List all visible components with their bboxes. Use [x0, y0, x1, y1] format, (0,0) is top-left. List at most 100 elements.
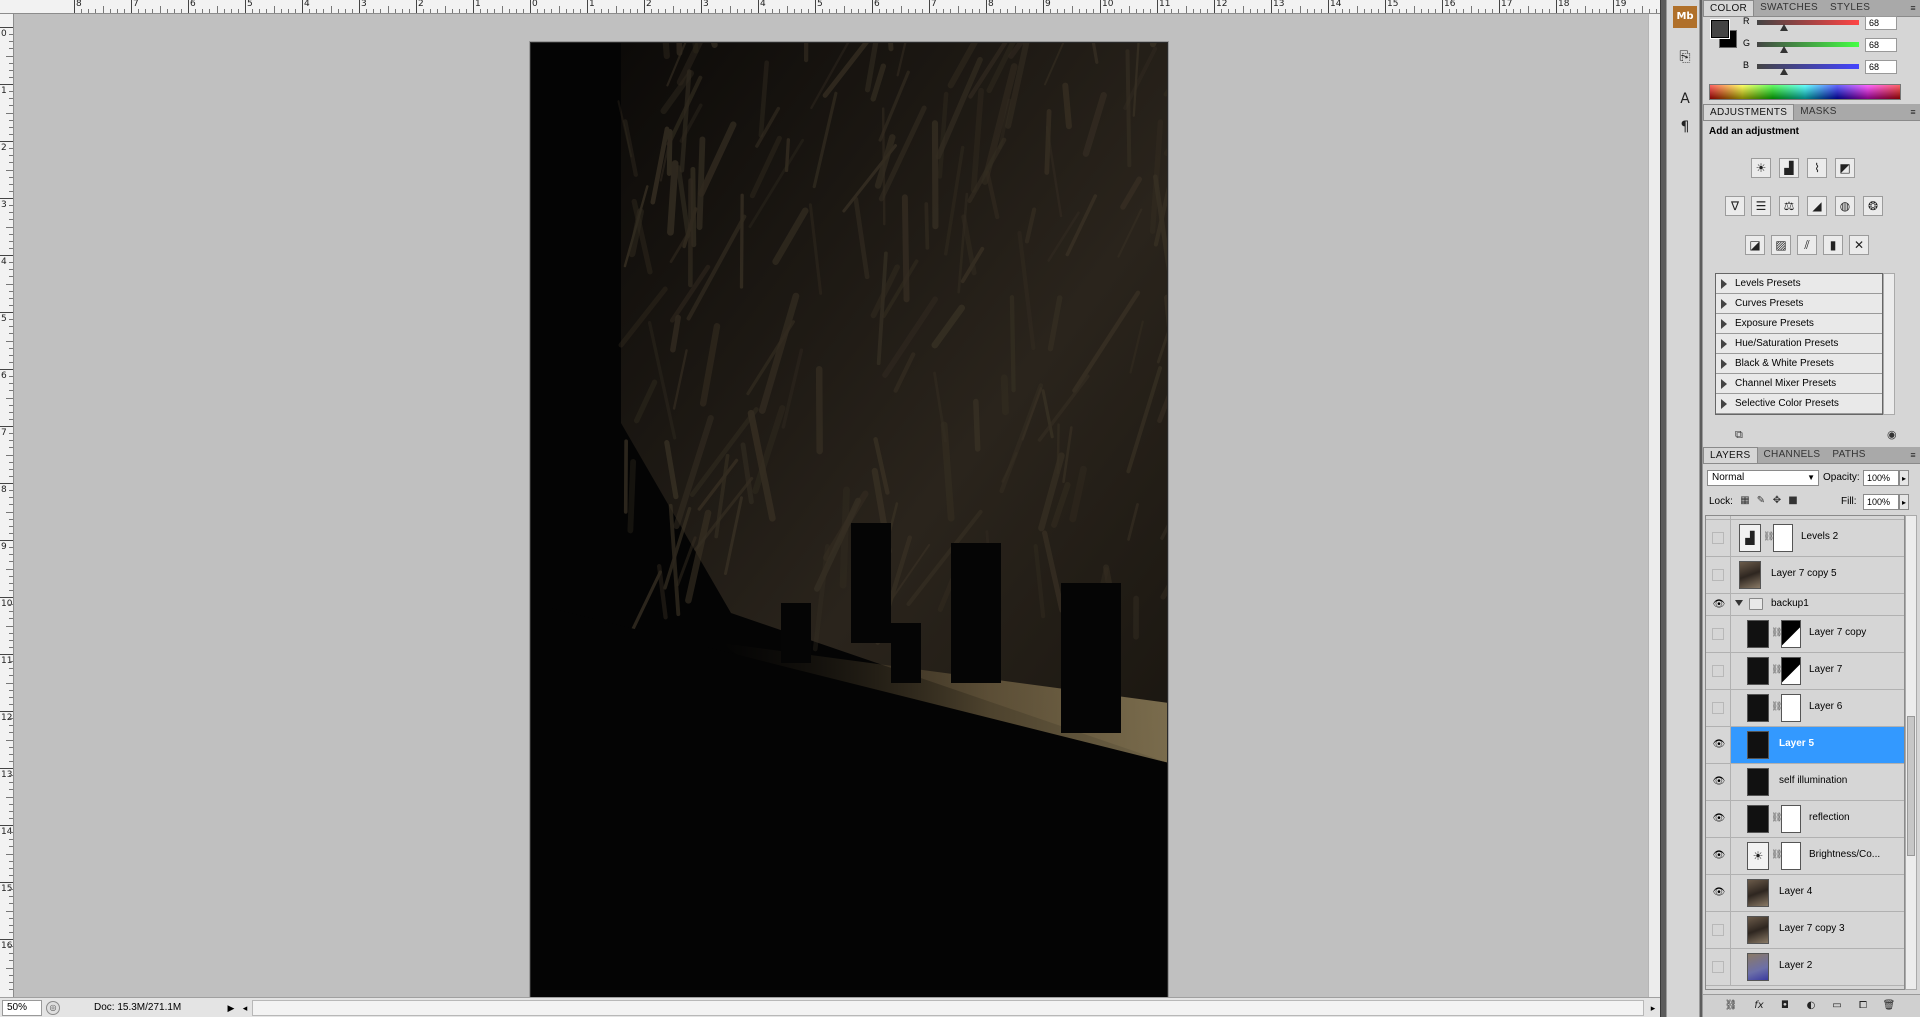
canvas-vertical-scrollbar[interactable] [1648, 14, 1660, 997]
tab-layers[interactable]: LAYERS [1703, 447, 1758, 463]
brightness-contrast-icon[interactable]: ☀ [1747, 842, 1769, 870]
presets-scrollbar[interactable] [1883, 273, 1895, 415]
eye-icon[interactable]: 👁 [1712, 599, 1726, 611]
expand-triangle-icon[interactable] [1721, 278, 1727, 289]
lock-pixels-icon[interactable]: ✎ [1755, 495, 1767, 507]
levels-icon[interactable]: ▟ [1739, 524, 1761, 552]
link-layers-icon[interactable]: ⛓ [1723, 998, 1739, 1014]
eye-icon[interactable]: 👁 [1712, 739, 1726, 751]
eye-icon[interactable]: 👁 [1712, 776, 1726, 788]
layer-content[interactable]: ⛓ Layer 7 copy [1730, 616, 1904, 652]
lock-all-icon[interactable]: ■ [1787, 495, 1799, 507]
gradient-map-icon[interactable]: ▮ [1823, 235, 1843, 255]
visibility-toggle[interactable] [1712, 532, 1724, 544]
expand-triangle-icon[interactable] [1721, 318, 1727, 329]
layer-name[interactable]: Layer 5 [1779, 738, 1814, 749]
layer-content[interactable]: Layer 7 copy 3 [1730, 912, 1904, 948]
visibility-toggle[interactable] [1712, 569, 1724, 581]
green-value-field[interactable]: 68 [1865, 38, 1897, 52]
character-icon[interactable]: A [1673, 88, 1697, 110]
color-spectrum-ramp[interactable] [1709, 84, 1901, 100]
photo-filter-icon[interactable]: ◍ [1835, 196, 1855, 216]
layer-name[interactable]: reflection [1809, 812, 1850, 823]
fill-arrow-icon[interactable]: ▸ [1899, 494, 1909, 510]
layer-thumbnail[interactable] [1739, 561, 1761, 589]
visibility-toggle[interactable] [1712, 924, 1724, 936]
expand-triangle-icon[interactable] [1721, 298, 1727, 309]
layer-content[interactable]: Layer 2 [1730, 949, 1904, 985]
add-mask-icon[interactable]: ◘ [1777, 998, 1793, 1014]
new-group-icon[interactable]: ▭ [1829, 998, 1845, 1014]
layer-content[interactable]: ☀ ⛓ Brightness/Co... [1730, 838, 1904, 874]
green-channel-slider[interactable]: G 68 [1739, 38, 1919, 56]
levels-icon[interactable]: ▟ [1779, 158, 1799, 178]
panel-menu-icon[interactable]: ≡ [1905, 447, 1920, 463]
hue-saturation-icon[interactable]: ☰ [1751, 196, 1771, 216]
vibrance-icon[interactable]: ∇ [1725, 196, 1745, 216]
layer-name[interactable]: Layer 6 [1809, 701, 1842, 712]
layer-name[interactable]: Layer 7 copy 5 [1771, 568, 1837, 579]
layer-mask-thumb[interactable] [1773, 524, 1793, 552]
canvas-workspace[interactable] [15, 15, 1660, 1000]
layer-name[interactable]: backup1 [1771, 598, 1809, 609]
scroll-left-icon[interactable]: ◂ [238, 1000, 252, 1016]
new-layer-icon[interactable]: ⧠ [1855, 998, 1871, 1014]
blue-value-field[interactable]: 68 [1865, 60, 1897, 74]
posterize-icon[interactable]: ▨ [1771, 235, 1791, 255]
expand-triangle-icon[interactable] [1721, 398, 1727, 409]
layer-content[interactable]: Layer 5 [1730, 727, 1904, 763]
curves-icon[interactable]: ⌇ [1807, 158, 1827, 178]
layer-row[interactable]: Layer 7 copy 5 [1706, 557, 1904, 594]
history-icon[interactable]: ⎘ [1673, 46, 1697, 68]
preset-item[interactable]: Exposure Presets [1716, 314, 1882, 334]
red-channel-slider[interactable]: R 68 [1739, 16, 1919, 34]
red-track[interactable] [1757, 20, 1859, 25]
layer-group-row[interactable]: 👁 backup1 [1706, 594, 1904, 616]
opacity-field[interactable]: 100% [1863, 470, 1899, 486]
eye-icon[interactable]: 👁 [1712, 850, 1726, 862]
layers-scroll-thumb[interactable] [1907, 716, 1915, 856]
green-track[interactable] [1757, 42, 1859, 47]
expand-triangle-icon[interactable] [1721, 378, 1727, 389]
layer-row[interactable]: ⛓ Layer 7 copy [1706, 616, 1904, 653]
layer-name[interactable]: Layer 4 [1779, 886, 1812, 897]
layer-name[interactable]: self illumination [1779, 775, 1847, 786]
group-expand-icon[interactable] [1735, 600, 1743, 606]
preset-item[interactable]: Selective Color Presets [1716, 394, 1882, 414]
clip-to-layer-icon[interactable]: ⧉ [1735, 428, 1743, 442]
layer-content[interactable]: ⛓ Layer 7 [1730, 653, 1904, 689]
visibility-toggle[interactable] [1712, 665, 1724, 677]
layer-thumbnail[interactable] [1747, 879, 1769, 907]
layer-thumbnail[interactable] [1747, 768, 1769, 796]
layer-mask-thumb[interactable] [1781, 694, 1801, 722]
layer-thumbnail[interactable] [1747, 694, 1769, 722]
new-adjustment-icon[interactable]: ◐ [1803, 998, 1819, 1014]
layer-thumbnail[interactable] [1747, 731, 1769, 759]
preset-item[interactable]: Curves Presets [1716, 294, 1882, 314]
canvas-horizontal-scrollbar[interactable] [252, 999, 1644, 1016]
eye-icon[interactable]: 👁 [1712, 813, 1726, 825]
red-thumb[interactable] [1780, 24, 1789, 31]
layer-row[interactable]: 👁 ☀ ⛓ Brightness/Co... [1706, 838, 1904, 875]
opacity-arrow-icon[interactable]: ▸ [1899, 470, 1909, 486]
layer-content[interactable]: ⛓ reflection [1730, 801, 1904, 837]
blend-mode-select[interactable]: Normal ▼ [1707, 470, 1819, 486]
layer-name[interactable]: Layer 7 copy 3 [1779, 923, 1845, 934]
lock-position-icon[interactable]: ✥ [1771, 495, 1783, 507]
panel-menu-icon[interactable]: ≡ [1905, 0, 1920, 16]
channel-mixer-icon[interactable]: ❂ [1863, 196, 1883, 216]
tab-styles[interactable]: STYLES [1824, 0, 1876, 16]
blue-track[interactable] [1757, 64, 1859, 69]
tab-swatches[interactable]: SWATCHES [1754, 0, 1824, 16]
visibility-toggle[interactable] [1712, 961, 1724, 973]
layer-mask-thumb[interactable] [1781, 620, 1801, 648]
horizontal-ruler[interactable]: 8 7 6 5 4 3 2 1 0 1 2 3 4 5 6 7 8 9 10 11 12 13 14 15 16 17 18 19 [0, 0, 1660, 14]
layer-name[interactable]: Levels 2 [1801, 531, 1838, 542]
tab-color[interactable]: COLOR [1703, 0, 1755, 16]
layer-mask-thumb[interactable] [1781, 805, 1801, 833]
layer-mask-thumb[interactable] [1781, 842, 1801, 870]
layer-thumbnail[interactable] [1747, 953, 1769, 981]
layer-row[interactable]: ▟ ⛓ Levels 2 [1706, 520, 1904, 557]
scroll-right-icon[interactable]: ▸ [1646, 1000, 1660, 1016]
tab-adjustments[interactable]: ADJUSTMENTS [1703, 104, 1795, 120]
